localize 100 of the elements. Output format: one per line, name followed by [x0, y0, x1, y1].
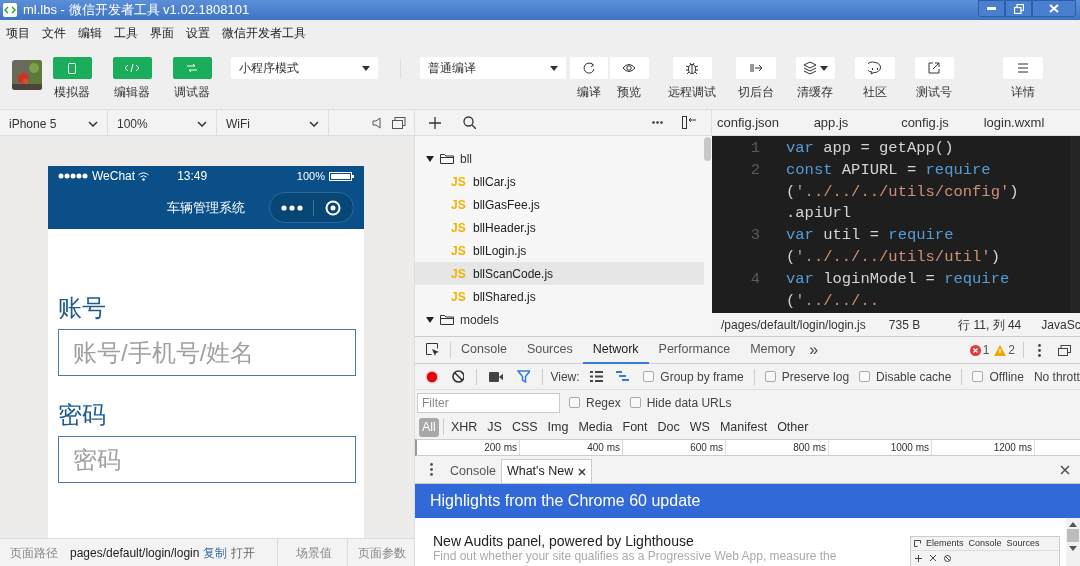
- checkbox[interactable]: [643, 371, 655, 382]
- drawer-tab[interactable]: What's New: [500, 459, 593, 483]
- toolbar-button[interactable]: [855, 57, 895, 79]
- editor-tab[interactable]: app.js: [784, 112, 878, 133]
- scroll-down-icon[interactable]: [1069, 546, 1077, 551]
- menu-item[interactable]: 文件: [42, 24, 66, 42]
- menu-item[interactable]: 工具: [114, 24, 138, 42]
- caret-icon[interactable]: [426, 316, 434, 323]
- type-filter[interactable]: Other: [774, 417, 812, 437]
- menu-item[interactable]: 界面: [150, 24, 174, 42]
- throttle-select[interactable]: No thrott: [1033, 367, 1080, 386]
- scroll-up-icon[interactable]: [1069, 522, 1077, 527]
- checkbox[interactable]: [972, 371, 984, 382]
- view-toggle-button[interactable]: [52, 57, 92, 79]
- type-filter[interactable]: JS: [484, 417, 505, 437]
- more-icon[interactable]: [652, 121, 663, 124]
- video-camera-icon[interactable]: [488, 371, 503, 382]
- checkbox[interactable]: [859, 371, 871, 382]
- search-icon[interactable]: [463, 116, 476, 129]
- error-count[interactable]: 1: [982, 341, 990, 359]
- devtools-tab[interactable]: Memory: [740, 337, 806, 364]
- list-view-icon[interactable]: [589, 371, 603, 382]
- view-toggle-button[interactable]: [112, 57, 152, 79]
- input-field[interactable]: 密码: [58, 436, 356, 483]
- devtools-tab[interactable]: Network: [582, 337, 649, 364]
- checkbox[interactable]: [629, 397, 641, 408]
- clear-icon[interactable]: [451, 370, 464, 383]
- file-row[interactable]: JS bllScanCode.js: [415, 262, 704, 285]
- input-field[interactable]: 账号/手机号/姓名: [58, 329, 356, 376]
- more-icon[interactable]: [281, 204, 303, 211]
- checkbox-label[interactable]: Offline: [989, 367, 1024, 386]
- waterfall-view-icon[interactable]: [615, 371, 630, 382]
- devtools-tab[interactable]: Performance: [648, 337, 741, 364]
- type-filter[interactable]: Media: [575, 417, 616, 437]
- kebab-menu-icon[interactable]: [1038, 343, 1041, 357]
- undock-icon[interactable]: [1058, 344, 1071, 356]
- record-button-icon[interactable]: [425, 369, 438, 384]
- collapse-panel-icon[interactable]: [682, 116, 696, 129]
- inspect-cursor-icon[interactable]: [426, 343, 440, 357]
- close-icon[interactable]: [578, 467, 587, 476]
- record-icon[interactable]: [325, 199, 341, 216]
- compile-mode-select[interactable]: 普通编译: [420, 57, 566, 79]
- toolbar-button[interactable]: [672, 57, 712, 79]
- capsule-button[interactable]: [269, 192, 354, 223]
- toolbar-button[interactable]: [570, 57, 608, 79]
- editor-tab[interactable]: config.json: [712, 112, 784, 133]
- copy-link[interactable]: 复制: [203, 543, 228, 562]
- type-filter[interactable]: Font: [619, 417, 651, 437]
- window-stack-icon[interactable]: [392, 116, 406, 129]
- checkbox-label[interactable]: Disable cache: [876, 367, 952, 386]
- caret-icon[interactable]: [426, 155, 434, 162]
- checkbox-label[interactable]: Preserve log: [781, 367, 850, 386]
- filter-icon[interactable]: [516, 370, 530, 383]
- type-filter[interactable]: WS: [686, 417, 713, 437]
- editor-tab[interactable]: login.wxml: [972, 112, 1056, 133]
- file-row[interactable]: JS bllShared.js: [415, 285, 704, 308]
- drawer-tab[interactable]: Console: [445, 459, 501, 483]
- type-filter[interactable]: Manifest: [716, 417, 771, 437]
- kebab-menu-icon[interactable]: [430, 463, 433, 476]
- filter-field[interactable]: Filter: [417, 392, 560, 413]
- menu-item[interactable]: 微信开发者工具: [222, 24, 306, 42]
- menu-item[interactable]: 设置: [186, 24, 210, 42]
- file-row[interactable]: JS bllGasFee.js: [415, 193, 704, 216]
- plus-icon[interactable]: [429, 116, 441, 129]
- checkbox[interactable]: [764, 371, 776, 382]
- view-toggle-button[interactable]: [172, 57, 212, 79]
- toolbar-button[interactable]: [609, 57, 649, 79]
- folder-name[interactable]: models: [460, 310, 499, 329]
- checkbox[interactable]: [569, 397, 580, 408]
- devtools-tab[interactable]: Console: [451, 337, 517, 364]
- open-link[interactable]: 打开: [231, 543, 256, 562]
- error-icon[interactable]: [969, 344, 981, 356]
- file-row[interactable]: JS bllHeader.js: [415, 216, 704, 239]
- close-icon[interactable]: [1060, 465, 1070, 475]
- close-button[interactable]: [1032, 0, 1076, 17]
- menu-item[interactable]: 项目: [6, 24, 30, 42]
- warning-count[interactable]: 2: [1008, 341, 1015, 359]
- menu-item[interactable]: 编辑: [78, 24, 102, 42]
- toolbar-button[interactable]: [795, 57, 835, 79]
- type-filter[interactable]: Doc: [654, 417, 683, 437]
- scrollbar-thumb[interactable]: [704, 137, 711, 161]
- view-toggle-label: 编辑器: [114, 84, 150, 101]
- minimize-button[interactable]: [978, 0, 1005, 17]
- scrollbar-thumb[interactable]: [1067, 529, 1079, 542]
- devtools-tab[interactable]: Sources: [516, 337, 583, 364]
- mode-select[interactable]: 小程序模式: [231, 57, 378, 79]
- type-filter[interactable]: Img: [544, 417, 572, 437]
- folder-name[interactable]: bll: [460, 149, 472, 168]
- checkbox-label[interactable]: Regex: [586, 393, 621, 412]
- checkbox-label[interactable]: Hide data URLs: [646, 393, 732, 412]
- type-filter[interactable]: CSS: [508, 417, 541, 437]
- file-row[interactable]: JS bllCar.js: [415, 170, 704, 193]
- restore-button[interactable]: [1005, 0, 1032, 17]
- more-tabs-button[interactable]: »: [809, 338, 819, 362]
- type-filter[interactable]: XHR: [447, 417, 481, 437]
- eye-icon: [622, 61, 636, 75]
- checkbox-label[interactable]: Group by frame: [660, 367, 744, 386]
- file-row[interactable]: JS bllLogin.js: [415, 239, 704, 262]
- speaker-icon[interactable]: [372, 116, 382, 129]
- editor-tab[interactable]: config.js: [878, 112, 972, 133]
